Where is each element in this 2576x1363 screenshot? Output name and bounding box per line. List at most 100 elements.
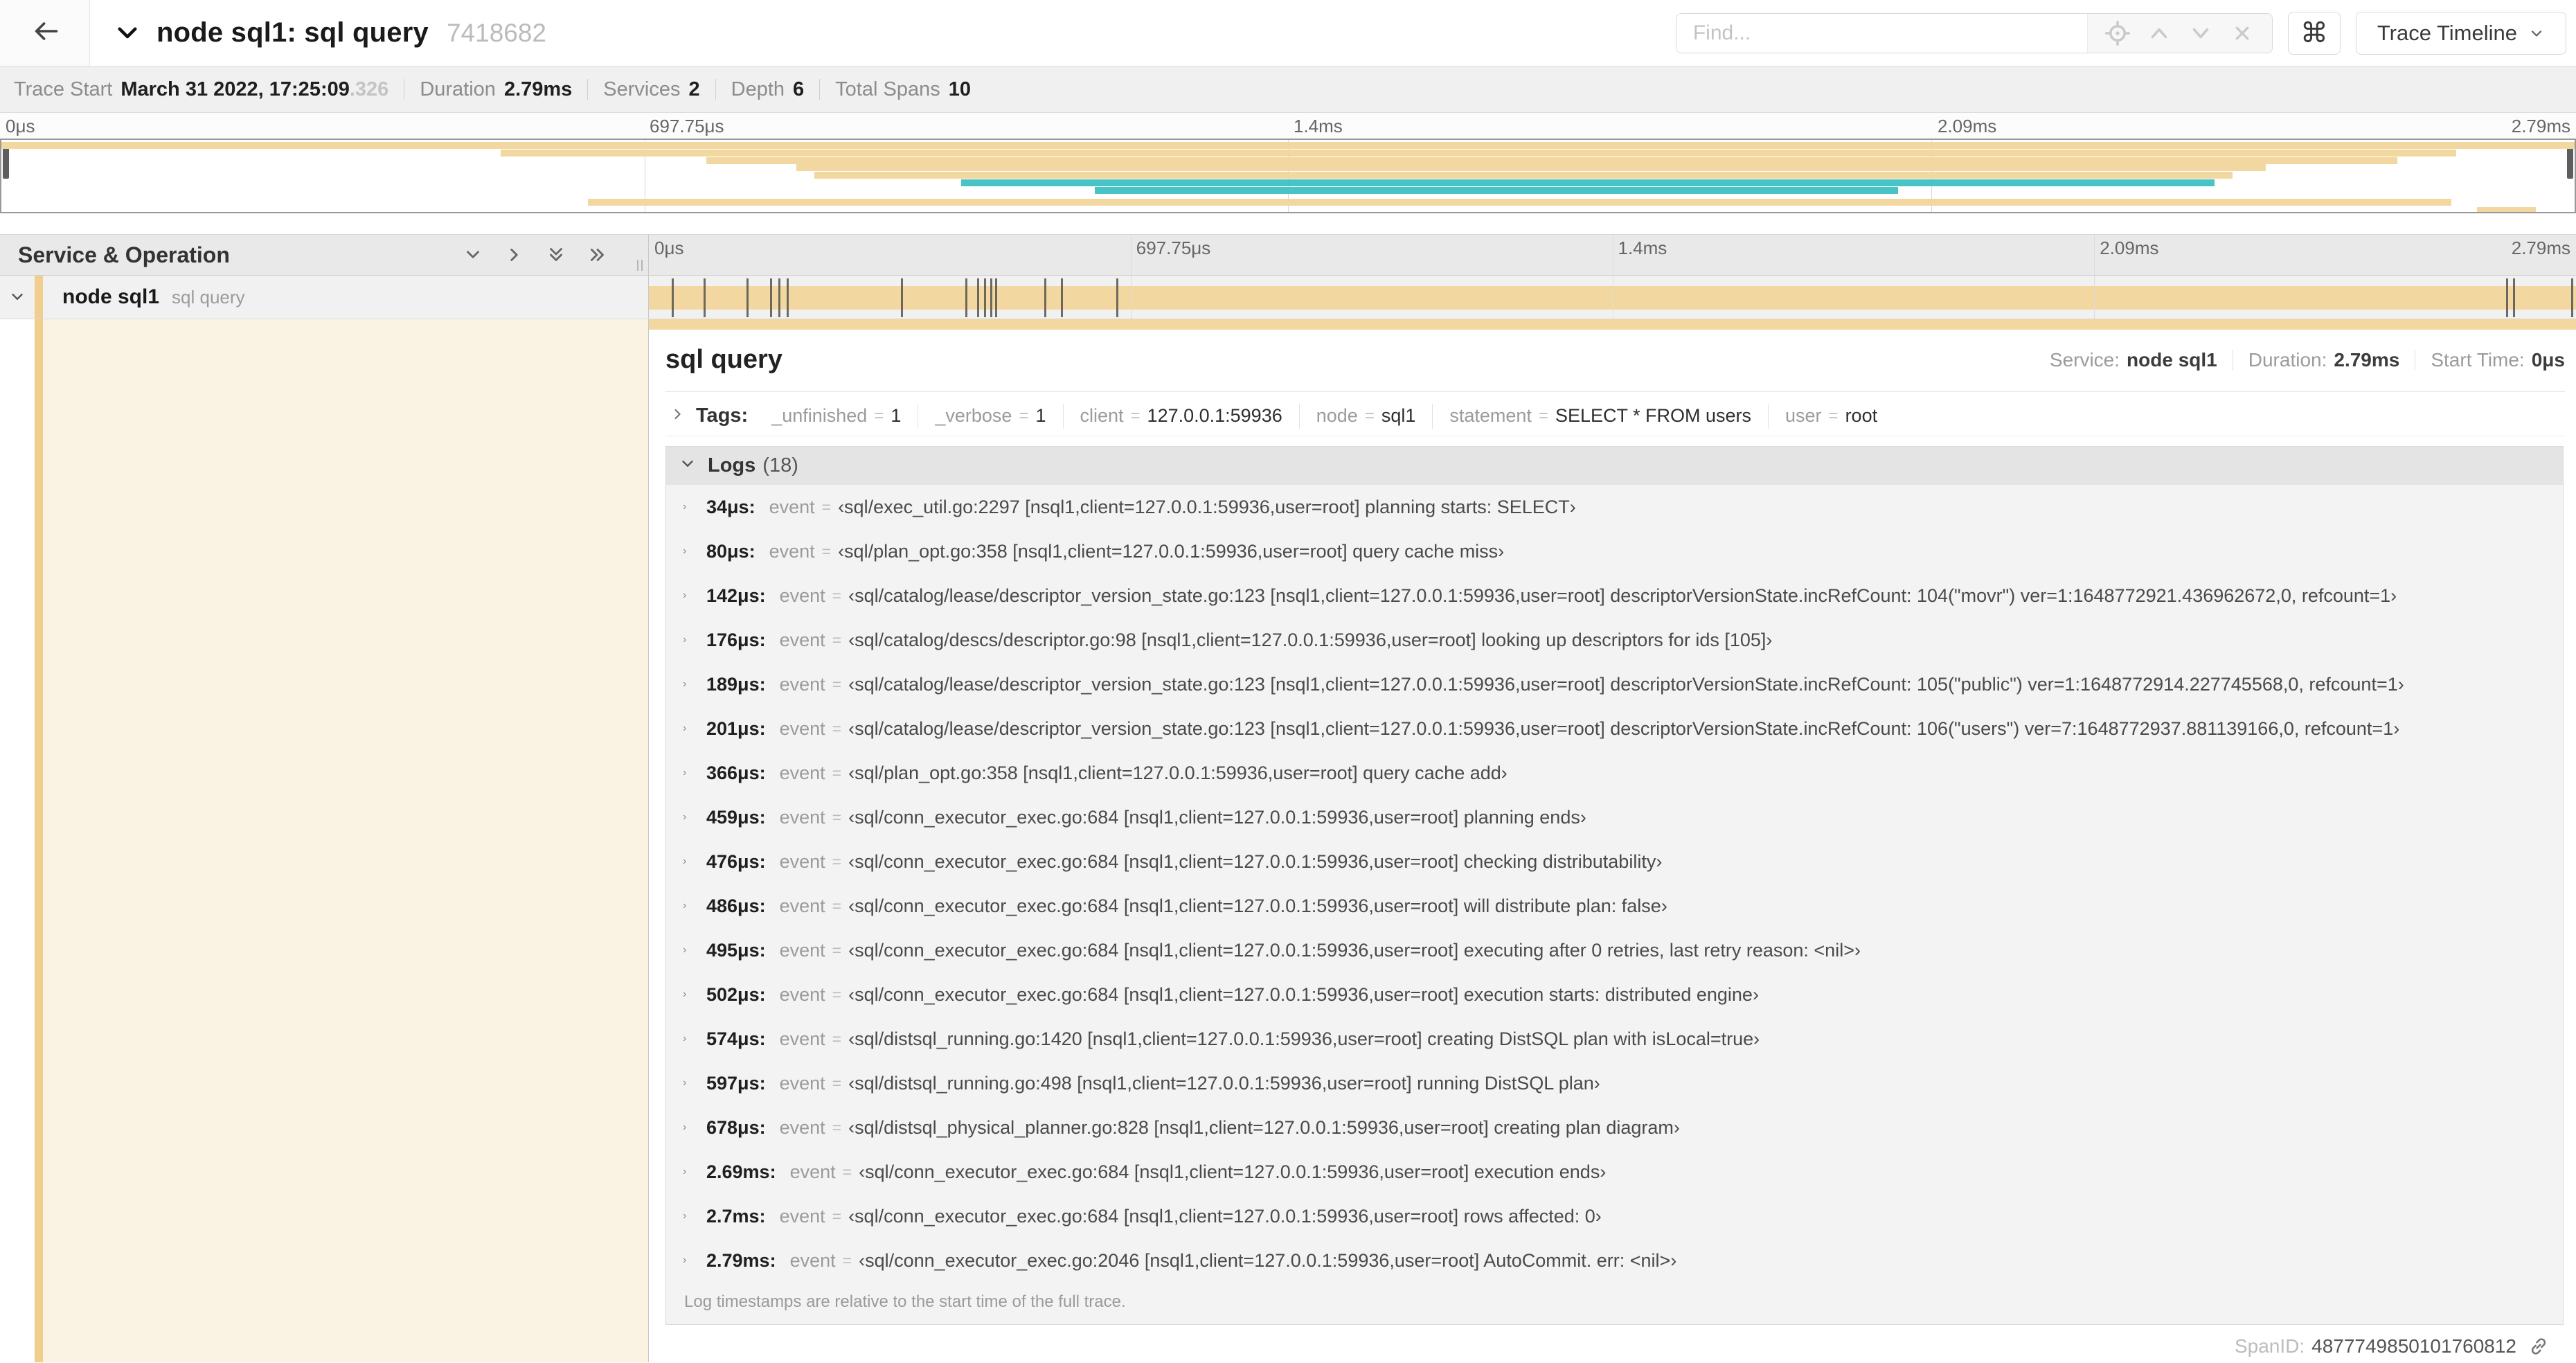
log-field-value: ‹sql/conn_executor_exec.go:684 [nsql1,cl… [848, 1205, 1602, 1227]
log-equals: = [832, 586, 842, 605]
log-row[interactable]: › 476μs: event = ‹sql/conn_executor_exec.go:… [666, 839, 2563, 884]
log-row[interactable]: › 597μs: event = ‹sql/distsql_running.go:498… [666, 1061, 2563, 1105]
log-chevron-icon: › [683, 1077, 687, 1089]
log-row[interactable]: › 189μs: event = ‹sql/catalog/lease/descript… [666, 662, 2563, 706]
tags-row[interactable]: Tags: _unfinished = 1 _verbose = 1 client = 127.… [665, 396, 2565, 436]
trace-info-item: Total Spans 10 [835, 78, 971, 101]
collapse-trace-chevron-icon[interactable] [114, 19, 141, 47]
log-row[interactable]: › 502μs: event = ‹sql/conn_executor_exec.go:… [666, 972, 2563, 1017]
clear-find-icon[interactable] [2226, 17, 2258, 49]
log-marker [1116, 278, 1119, 317]
log-row[interactable]: › 574μs: event = ‹sql/distsql_running.go:142… [666, 1017, 2563, 1061]
column-resize-grip[interactable] [637, 260, 643, 271]
log-timestamp: 80μs: [706, 540, 755, 562]
collapse-one-icon[interactable] [463, 244, 483, 265]
minimap-right-scrubber[interactable] [2567, 147, 2573, 179]
collapse-all-icon[interactable] [546, 244, 566, 265]
log-equals: = [832, 1118, 842, 1137]
log-field-value: ‹sql/distsql_running.go:498 [nsql1,clien… [848, 1072, 1600, 1094]
log-row[interactable]: › 34μs: event = ‹sql/exec_util.go:2297 [nsql… [666, 485, 2563, 529]
log-timestamp: 459μs: [706, 806, 766, 828]
minimap-tick-label: 1.4ms [1294, 116, 1343, 136]
logs-header[interactable]: Logs (18) [666, 447, 2563, 485]
expand-one-icon[interactable] [504, 244, 525, 265]
next-match-icon[interactable] [2185, 17, 2217, 49]
span-row[interactable]: node sql1 sql query [0, 276, 2576, 319]
log-equals: = [842, 1162, 852, 1181]
detail-color-stripe [35, 319, 43, 1362]
log-marker [976, 278, 979, 317]
log-field-key: event [779, 585, 825, 606]
trace-id: 7418682 [446, 18, 547, 47]
tag-key: statement [1449, 405, 1532, 426]
log-timestamp: 502μs: [706, 983, 766, 1005]
axis-tick-label: 1.4ms [1618, 238, 1667, 258]
log-row[interactable]: › 366μs: event = ‹sql/plan_opt.go:358 [nsql1… [666, 751, 2563, 795]
tag-item[interactable]: _verbose = 1 [918, 403, 1062, 429]
link-icon[interactable] [2528, 1335, 2550, 1357]
tags-title: Tags: [696, 404, 749, 427]
keyboard-shortcuts-button[interactable]: ⌘ [2287, 11, 2341, 55]
tag-equals: = [1538, 406, 1548, 425]
log-row[interactable]: › 2.69ms: event = ‹sql/conn_executor_exec.go… [666, 1150, 2563, 1194]
tag-item[interactable]: _unfinished = 1 [755, 404, 918, 429]
span-color-stripe [35, 276, 43, 319]
tag-item[interactable]: client = 127.0.0.1:59936 [1062, 403, 1299, 429]
minimap-span-bar [1095, 186, 1898, 194]
tag-equals: = [1364, 406, 1375, 425]
tag-value: SELECT * FROM users [1555, 405, 1752, 426]
log-row[interactable]: › 495μs: event = ‹sql/conn_executor_exec.go:… [666, 928, 2563, 972]
minimap-tick-labels: 0μs 697.75μs 1.4ms 2.09ms 2.79ms [0, 113, 2576, 139]
minimap-canvas[interactable] [0, 139, 2576, 213]
log-chevron-icon: › [683, 1121, 687, 1133]
tag-item[interactable]: statement = SELECT * FROM users [1432, 403, 1768, 429]
tag-item[interactable]: node = sql1 [1298, 403, 1433, 429]
minimap-span-bar [500, 149, 2457, 157]
meta-label: Start Time: [2431, 348, 2525, 371]
log-row[interactable]: › 80μs: event = ‹sql/plan_opt.go:358 [nsql1,… [666, 529, 2563, 573]
trace-info-divider [819, 79, 821, 100]
axis-grid-line [1130, 235, 1132, 275]
log-marker [990, 278, 992, 317]
log-equals: = [832, 675, 842, 693]
span-bar-cell[interactable] [649, 276, 2576, 319]
trace-info-label: Duration [420, 78, 496, 100]
log-marker [965, 278, 967, 317]
trace-info-value: 2.79ms [503, 78, 573, 100]
find-input[interactable] [1676, 13, 2087, 53]
log-chevron-icon: › [683, 1254, 687, 1266]
log-row[interactable]: › 678μs: event = ‹sql/distsql_physical_plann… [666, 1105, 2563, 1150]
minimap-tick-label: 2.09ms [1938, 116, 1997, 136]
log-marker [703, 278, 706, 317]
minimap-left-scrubber[interactable] [3, 147, 9, 179]
axis-tick-label: 2.79ms [2511, 238, 2570, 258]
log-marker [2506, 278, 2509, 317]
expand-all-icon[interactable] [587, 244, 608, 265]
log-row[interactable]: › 176μs: event = ‹sql/catalog/descs/descript… [666, 618, 2563, 662]
log-row[interactable]: › 142μs: event = ‹sql/catalog/lease/descript… [666, 573, 2563, 618]
log-row[interactable]: › 201μs: event = ‹sql/catalog/lease/descript… [666, 706, 2563, 751]
timeline-axis: 0μs 697.75μs 1.4ms 2.09ms 2.79ms [649, 235, 2576, 275]
log-equals: = [832, 1206, 842, 1225]
log-row[interactable]: › 459μs: event = ‹sql/conn_executor_exec.go:… [666, 795, 2563, 839]
trace-info-bar: Trace Start March 31 2022, 17:25:09.326 Du… [0, 66, 2576, 113]
log-timestamp: 495μs: [706, 939, 766, 961]
tag-value: sql1 [1381, 405, 1416, 426]
prev-match-icon[interactable] [2143, 17, 2175, 49]
log-field-value: ‹sql/conn_executor_exec.go:684 [nsql1,cl… [848, 806, 1586, 828]
detail-indent-block [43, 319, 648, 1362]
log-timestamp: 574μs: [706, 1028, 766, 1049]
log-marker [746, 278, 749, 317]
arrow-left-icon [30, 16, 60, 50]
tag-item[interactable]: user = root [1768, 403, 1894, 429]
focus-match-icon[interactable] [2102, 17, 2134, 49]
log-row[interactable]: › 2.7ms: event = ‹sql/conn_executor_exec.go:… [666, 1194, 2563, 1238]
back-button[interactable] [0, 0, 90, 66]
view-select-button[interactable]: Trace Timeline [2355, 11, 2566, 55]
detail-meta: Service: node sql1 Duration: 2.79ms Start Ti… [2050, 349, 2565, 371]
log-field-value: ‹sql/conn_executor_exec.go:684 [nsql1,cl… [848, 939, 1861, 961]
log-field-key: event [779, 850, 825, 872]
log-row[interactable]: › 486μs: event = ‹sql/conn_executor_exec.go:… [666, 884, 2563, 928]
log-row[interactable]: › 2.79ms: event = ‹sql/conn_executor_exec.go… [666, 1238, 2563, 1283]
span-collapse-chevron-icon[interactable] [0, 288, 35, 306]
